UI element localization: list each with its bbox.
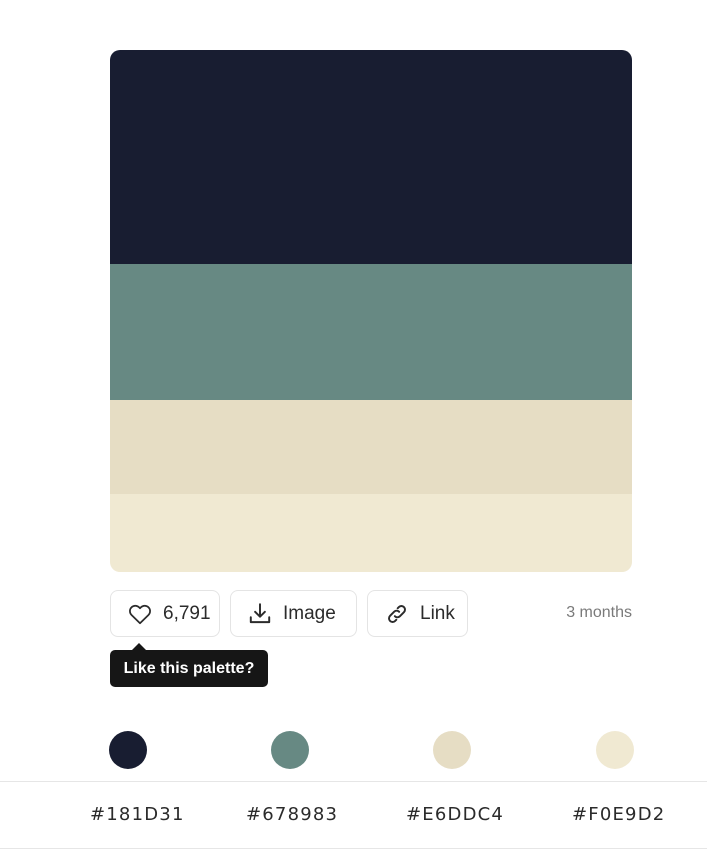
like-tooltip: Like this palette? (110, 643, 268, 687)
color-code-2[interactable]: #678983 (246, 804, 338, 825)
copy-link-button[interactable]: Link (367, 590, 468, 637)
color-code-3[interactable]: #E6DDC4 (406, 804, 504, 825)
color-swatch-2[interactable] (110, 264, 632, 400)
like-button[interactable]: 6,791 (110, 590, 220, 637)
palette-age: 3 months (566, 604, 632, 621)
color-dot-2[interactable] (271, 731, 309, 769)
color-dot-1[interactable] (109, 731, 147, 769)
heart-icon (129, 604, 151, 624)
tooltip-text: Like this palette? (123, 659, 255, 677)
link-label: Link (420, 602, 455, 624)
color-codes-bar: #181D31 #678983 #E6DDC4 #F0E9D2 (0, 781, 707, 849)
color-dots (0, 731, 707, 769)
color-dot-3[interactable] (433, 731, 471, 769)
palette-preview (110, 50, 632, 572)
color-code-4[interactable]: #F0E9D2 (572, 804, 665, 825)
color-swatch-4[interactable] (110, 494, 632, 572)
color-dot-4[interactable] (596, 731, 634, 769)
color-swatch-3[interactable] (110, 400, 632, 494)
color-code-1[interactable]: #181D31 (90, 804, 185, 825)
color-swatch-1[interactable] (110, 50, 632, 264)
download-image-button[interactable]: Image (230, 590, 357, 637)
image-label: Image (283, 602, 336, 624)
like-count: 6,791 (163, 602, 211, 624)
palette-actions: 6,791 Image Link 3 months (110, 590, 632, 637)
download-icon (249, 602, 271, 623)
link-icon (388, 604, 406, 623)
